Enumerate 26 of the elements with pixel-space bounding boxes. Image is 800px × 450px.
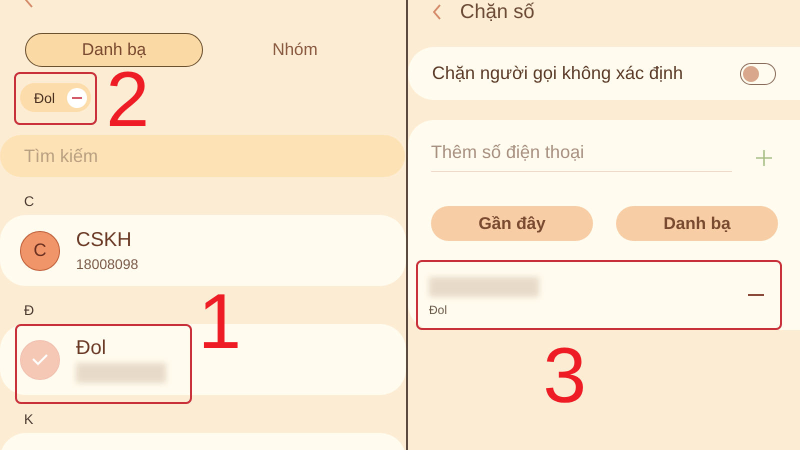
contact-name: CSKH: [76, 229, 133, 252]
search-field[interactable]: Tìm kiếm: [0, 135, 405, 177]
phone-input-field[interactable]: Thêm số điện thoại: [431, 142, 732, 172]
toggle-switch[interactable]: [740, 62, 776, 84]
section-letter: K: [24, 411, 34, 427]
pick-button[interactable]: Gần đây: [431, 206, 593, 241]
remove-icon[interactable]: [67, 88, 88, 108]
setting-label: Chặn người gọi không xác định: [432, 63, 684, 84]
blocked-name: Đol: [429, 302, 448, 316]
section-letter: C: [24, 193, 36, 209]
selected-chip[interactable]: Đol: [20, 83, 92, 112]
contact-row[interactable]: C CSKH 18008098: [0, 215, 406, 286]
contact-avatar: C: [20, 230, 60, 270]
pick-button[interactable]: Danh bạ: [616, 206, 778, 241]
tab[interactable]: Danh bạ: [25, 33, 203, 67]
selected-check-avatar[interactable]: [20, 340, 60, 380]
contact-number: 18008098: [76, 256, 138, 272]
contact-name: Đol: [76, 336, 108, 360]
back-icon[interactable]: [432, 4, 442, 20]
remove-icon[interactable]: [748, 293, 764, 297]
check-icon: [32, 354, 48, 366]
section-letter: Đ: [24, 302, 36, 318]
screen-title: Chặn số: [460, 0, 534, 24]
plus-icon[interactable]: [756, 150, 772, 166]
step-number: 3: [543, 336, 586, 414]
tab[interactable]: Nhóm: [205, 33, 385, 67]
